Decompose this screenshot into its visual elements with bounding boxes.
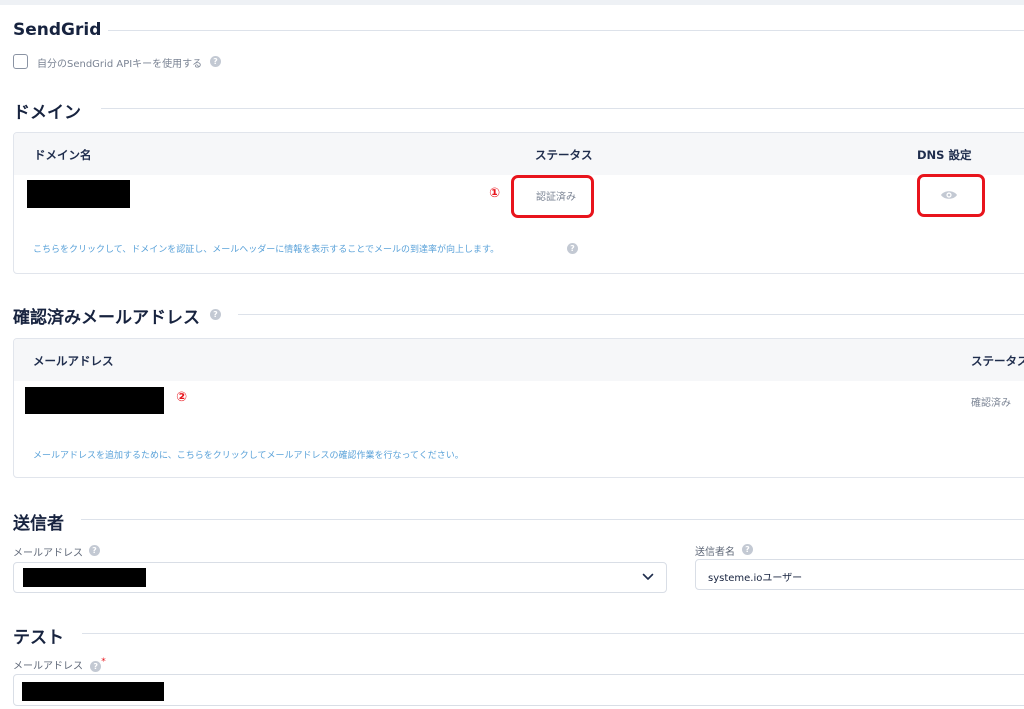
section-divider: [108, 30, 1024, 31]
domain-authenticate-link[interactable]: こちらをクリックして、ドメインを認証し、メールヘッダーに情報を表示することでメー…: [33, 242, 499, 255]
test-email-label: メールアドレス ? *: [13, 657, 106, 672]
sender-name-label: 送信者名: [695, 547, 735, 558]
email-redacted: [25, 387, 164, 414]
section-divider: [81, 519, 1024, 520]
sendgrid-title: SendGrid: [13, 20, 102, 40]
domain-card: ドメイン名 ステータス DNS 設定 ① 認証済み こちらをクリックして、ドメイ…: [13, 132, 1024, 274]
column-status: ステータス: [971, 354, 1024, 368]
question-circle-icon[interactable]: ?: [210, 309, 221, 320]
test-email-label-text: メールアドレス: [13, 661, 83, 672]
sender-email-redacted: [23, 568, 146, 587]
column-email-address: メールアドレス: [33, 354, 114, 368]
section-divider: [101, 108, 1024, 109]
domain-name-redacted: [27, 180, 130, 208]
use-own-api-key-checkbox[interactable]: [13, 54, 28, 69]
chevron-down-icon[interactable]: [642, 573, 654, 581]
use-own-api-key-label: 自分のSendGrid APIキーを使用する: [37, 59, 203, 70]
email-status-badge: 確認済み: [971, 398, 1011, 409]
domain-table-header: [14, 133, 1024, 175]
question-circle-icon[interactable]: ?: [567, 243, 578, 254]
column-status: ステータス: [535, 148, 593, 162]
question-circle-icon[interactable]: ?: [90, 660, 102, 672]
required-mark: *: [101, 657, 106, 667]
sender-email-label: メールアドレス: [13, 548, 83, 559]
verified-emails-card: メールアドレス ステータス ② 確認済み メールアドレスを追加するために、こちら…: [13, 338, 1024, 478]
annotation-marker-2: ②: [176, 390, 188, 405]
column-dns-settings: DNS 設定: [917, 148, 972, 162]
question-circle-icon[interactable]: ?: [210, 56, 221, 67]
top-bar: [0, 0, 1024, 5]
verified-emails-title: 確認済みメールアドレス: [13, 308, 200, 328]
question-circle-icon[interactable]: ?: [89, 545, 100, 556]
eye-icon[interactable]: [940, 189, 958, 201]
section-divider: [82, 633, 1024, 634]
sender-name-value: systeme.ioユーザー: [708, 573, 803, 584]
annotation-marker-1: ①: [489, 186, 501, 201]
sender-title: 送信者: [13, 514, 64, 534]
test-title: テスト: [13, 628, 64, 648]
domain-title: ドメイン: [13, 103, 81, 123]
column-domain-name: ドメイン名: [34, 148, 92, 162]
test-email-input[interactable]: [13, 674, 1024, 706]
add-email-link[interactable]: メールアドレスを追加するために、こちらをクリックしてメールアドレスの確認作業を行…: [33, 448, 464, 461]
sender-email-select[interactable]: [13, 562, 667, 593]
question-circle-icon[interactable]: ?: [742, 544, 753, 555]
sender-name-input[interactable]: systeme.ioユーザー: [695, 559, 1024, 590]
emails-table-header: [14, 339, 1024, 381]
domain-status-badge: 認証済み: [536, 192, 576, 203]
test-email-redacted: [22, 682, 164, 701]
section-divider: [238, 314, 1024, 315]
